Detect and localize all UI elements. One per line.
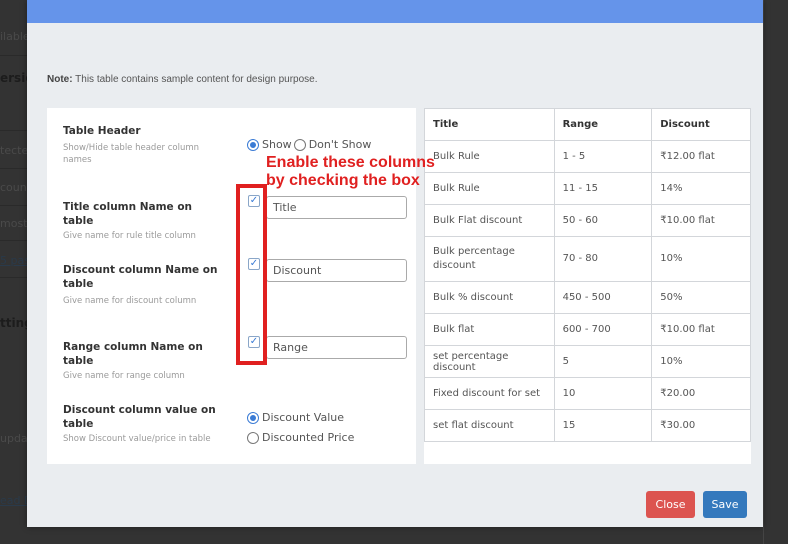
cell-discount: 10% <box>651 236 751 282</box>
bg-text: tting <box>0 316 30 330</box>
cell-range: 5 <box>553 345 653 378</box>
setting-table-header: Table Header Show/Hide table header colu… <box>63 124 223 166</box>
bg-divider <box>0 277 28 278</box>
cell-discount: ₹12.00 flat <box>651 140 751 173</box>
cell-title: Bulk percentage discount <box>424 236 555 282</box>
cell-title: Bulk Rule <box>424 172 555 205</box>
setting-description: Show/Hide table header column names <box>63 143 200 165</box>
bg-text: count <box>0 181 30 194</box>
setting-description: Show Discount value/price in table <box>63 434 211 444</box>
bg-text: tecte <box>0 144 29 157</box>
cell-discount: 14% <box>651 172 751 205</box>
bg-right-edge <box>763 0 788 544</box>
setting-range-column: Range column Name on table Give name for… <box>63 340 223 382</box>
setting-discount-column: Discount column Name on table Give name … <box>63 263 223 307</box>
annotation-line-2: by checking the box <box>266 172 420 189</box>
radio-discounted-price[interactable] <box>247 431 259 444</box>
cell-range: 600 - 700 <box>553 313 653 346</box>
cell-title: Fixed discount for set <box>424 377 555 410</box>
bg-divider <box>0 240 28 241</box>
setting-title: Table Header <box>63 125 141 137</box>
table-row: set percentage discount 5 10% <box>424 345 751 378</box>
radio-dont-show-label[interactable]: Don't Show <box>309 138 372 151</box>
discounted-price-radio: Discounted Price <box>247 431 354 444</box>
table-row: Bulk percentage discount 70 - 80 10% <box>424 236 751 282</box>
discount-value-radio: Discount Value <box>247 411 344 424</box>
note-body: This table contains sample content for d… <box>72 74 318 85</box>
cell-range: 50 - 60 <box>553 204 653 237</box>
bg-text: ilable: <box>0 30 30 43</box>
setting-description: Give name for range column <box>63 371 185 381</box>
radio-show-label[interactable]: Show <box>262 138 292 151</box>
bg-divider <box>0 55 28 56</box>
column-header-discount: Discount <box>651 108 751 141</box>
setting-description: Give name for rule title column <box>63 231 196 241</box>
cell-discount: ₹10.00 flat <box>651 313 751 346</box>
title-column-input[interactable]: Title <box>266 196 407 219</box>
bg-link: ead D <box>0 494 30 507</box>
bg-divider <box>0 205 28 206</box>
bg-divider <box>0 130 28 131</box>
table-row: Bulk % discount 450 - 500 50% <box>424 281 751 314</box>
cell-range: 10 <box>553 377 653 410</box>
table-row: Fixed discount for set 10 ₹20.00 <box>424 377 751 410</box>
table-row: Bulk Flat discount 50 - 60 ₹10.00 flat <box>424 204 751 237</box>
cell-title: Bulk Flat discount <box>424 204 555 237</box>
annotation-line-1: Enable these columns <box>266 154 435 171</box>
column-header-range: Range <box>553 108 653 141</box>
note-label: Note: <box>47 74 73 85</box>
table-row: Bulk Rule 11 - 15 14% <box>424 172 751 205</box>
setting-title: Discount column value on table <box>63 404 216 430</box>
radio-show[interactable] <box>247 138 259 151</box>
cell-title: Bulk Rule <box>424 140 555 173</box>
setting-discount-value: Discount column value on table Show Disc… <box>63 403 223 445</box>
close-button[interactable]: Close <box>646 491 695 518</box>
setting-title: Range column Name on table <box>63 341 203 367</box>
radio-discounted-price-label[interactable]: Discounted Price <box>262 431 354 444</box>
cell-title: Bulk flat <box>424 313 555 346</box>
cell-range: 1 - 5 <box>553 140 653 173</box>
bg-link: 5 past <box>0 254 30 267</box>
preview-panel: Title Range Discount Bulk Rule 1 - 5 ₹12… <box>424 108 751 464</box>
radio-discount-value[interactable] <box>247 411 259 424</box>
table-settings-modal: Note: This table contains sample content… <box>27 0 763 527</box>
cell-discount: ₹30.00 <box>651 409 751 442</box>
cell-title: set percentage discount <box>424 345 555 378</box>
table-row: Bulk Rule 1 - 5 ₹12.00 flat <box>424 140 751 173</box>
radio-dont-show[interactable] <box>293 138 306 151</box>
setting-title: Title column Name on table <box>63 201 193 227</box>
table-row: Bulk flat 600 - 700 ₹10.00 flat <box>424 313 751 346</box>
bg-text: updat <box>0 432 30 445</box>
setting-description: Give name for discount column <box>63 296 197 306</box>
cell-title: set flat discount <box>424 409 555 442</box>
bg-text: ersic <box>0 71 30 85</box>
discount-column-input[interactable]: Discount <box>266 259 407 282</box>
preview-table: Title Range Discount Bulk Rule 1 - 5 ₹12… <box>424 108 751 442</box>
cell-title: Bulk % discount <box>424 281 555 314</box>
cell-range: 70 - 80 <box>553 236 653 282</box>
cell-range: 450 - 500 <box>553 281 653 314</box>
range-column-input[interactable]: Range <box>266 336 407 359</box>
annotation-text: Enable these columns by checking the box <box>266 154 435 190</box>
modal-header <box>27 0 763 23</box>
radio-discount-value-label[interactable]: Discount Value <box>262 411 344 424</box>
save-button[interactable]: Save <box>703 491 747 518</box>
cell-discount: 10% <box>651 345 751 378</box>
bg-divider <box>0 168 28 169</box>
annotation-highlight-box <box>236 184 267 365</box>
table-row: set flat discount 15 ₹30.00 <box>424 409 751 442</box>
cell-range: 15 <box>553 409 653 442</box>
cell-discount: 50% <box>651 281 751 314</box>
table-header-radio-group: Show Don't Show <box>247 138 371 151</box>
cell-discount: ₹10.00 flat <box>651 204 751 237</box>
table-header-row: Title Range Discount <box>424 108 751 141</box>
setting-title: Discount column Name on table <box>63 264 218 290</box>
cell-range: 11 - 15 <box>553 172 653 205</box>
setting-title-column: Title column Name on table Give name for… <box>63 200 223 242</box>
bg-text: most r <box>0 217 30 230</box>
note-text: Note: This table contains sample content… <box>47 74 318 85</box>
cell-discount: ₹20.00 <box>651 377 751 410</box>
column-header-title: Title <box>424 108 555 141</box>
